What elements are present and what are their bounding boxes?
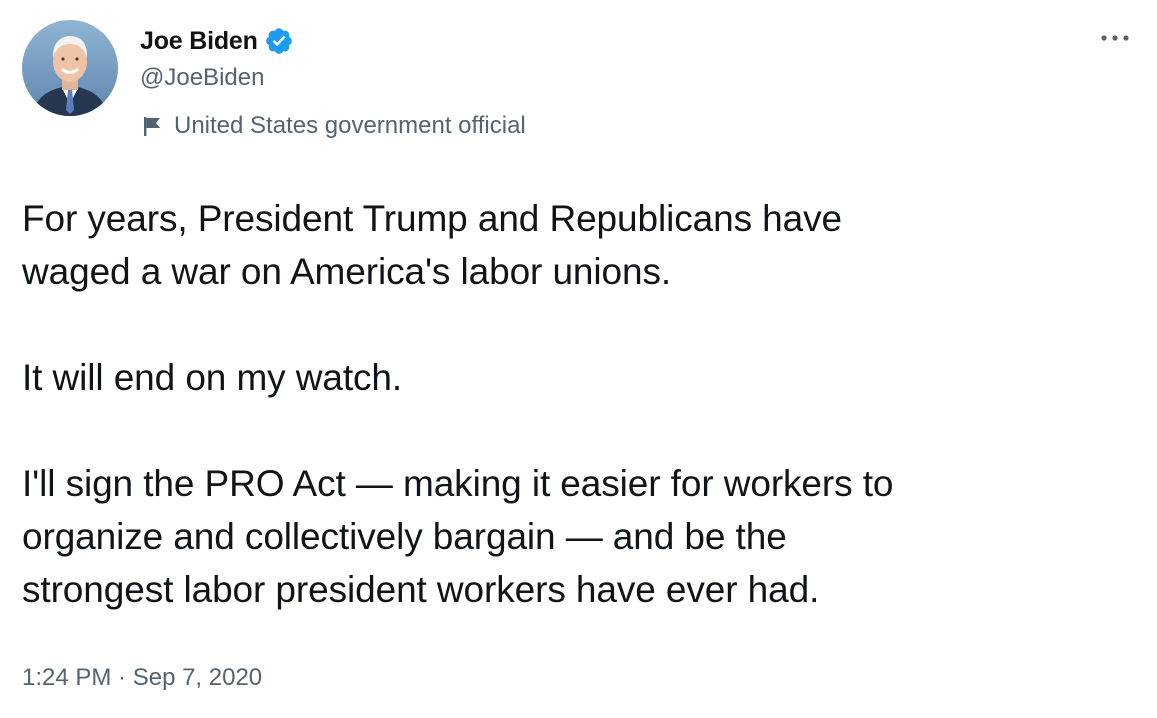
tweet-timestamp[interactable]: 1:24 PM · Sep 7, 2020 xyxy=(22,664,262,692)
author-avatar[interactable] xyxy=(22,20,118,116)
account-label[interactable]: United States government official xyxy=(142,112,526,140)
tweet-card: Joe Biden @JoeBiden United States govern… xyxy=(0,0,1157,718)
flag-icon xyxy=(142,114,164,138)
verified-badge-icon xyxy=(264,26,294,56)
author-name-row: Joe Biden xyxy=(140,25,294,57)
tweet-text: For years, President Trump and Republica… xyxy=(22,198,894,610)
more-options-button[interactable] xyxy=(1095,26,1135,50)
author-handle[interactable]: @JoeBiden xyxy=(140,64,264,92)
avatar-image xyxy=(22,20,118,116)
government-label-text: United States government official xyxy=(174,112,526,139)
author-name[interactable]: Joe Biden xyxy=(140,27,258,56)
more-options-icon xyxy=(1101,35,1129,41)
